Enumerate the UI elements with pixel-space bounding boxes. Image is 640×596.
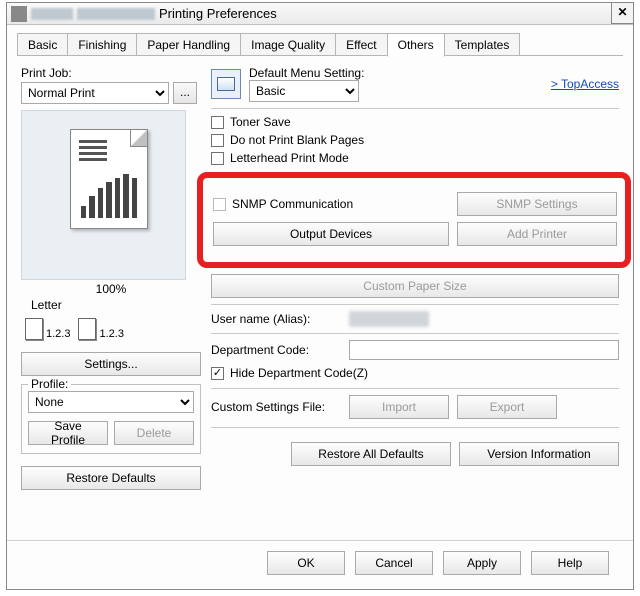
titlebar: Printing Preferences ✕ bbox=[7, 3, 633, 25]
page-preview bbox=[21, 110, 186, 280]
custom-settings-label: Custom Settings File: bbox=[211, 400, 341, 414]
blank-pages-checkbox[interactable]: Do not Print Blank Pages bbox=[211, 133, 619, 147]
delete-profile-button[interactable]: Delete bbox=[114, 421, 194, 445]
cancel-button[interactable]: Cancel bbox=[355, 551, 433, 575]
dept-code-input[interactable] bbox=[349, 340, 619, 360]
preview-zoom: 100% bbox=[21, 282, 201, 296]
tab-finishing[interactable]: Finishing bbox=[67, 33, 137, 56]
hide-dept-checkbox[interactable]: Hide Department Code(Z) bbox=[211, 366, 619, 380]
user-name-label: User name (Alias): bbox=[211, 312, 341, 326]
import-button[interactable]: Import bbox=[349, 395, 449, 419]
tab-effect[interactable]: Effect bbox=[335, 33, 387, 56]
mini-page-icon bbox=[78, 318, 96, 340]
custom-paper-size-button[interactable]: Custom Paper Size bbox=[211, 274, 619, 298]
export-button[interactable]: Export bbox=[457, 395, 557, 419]
settings-button[interactable]: Settings... bbox=[21, 352, 201, 376]
profile-legend: Profile: bbox=[28, 377, 71, 391]
snmp-settings-button[interactable]: SNMP Settings bbox=[457, 192, 617, 216]
copies-stack-2: 1.2.3 bbox=[78, 318, 123, 340]
dept-code-label: Department Code: bbox=[211, 343, 341, 357]
left-panel: Print Job: Normal Print ... bbox=[21, 66, 201, 526]
dialog-window: Printing Preferences ✕ Basic Finishing P… bbox=[6, 2, 634, 590]
profile-group: Profile: None Save Profile Delete bbox=[21, 384, 201, 454]
tab-paper-handling[interactable]: Paper Handling bbox=[136, 33, 241, 56]
tab-others[interactable]: Others bbox=[387, 33, 445, 57]
tab-image-quality[interactable]: Image Quality bbox=[240, 33, 336, 56]
title-blur-2 bbox=[77, 8, 155, 20]
printer-icon bbox=[11, 6, 27, 22]
tab-templates[interactable]: Templates bbox=[444, 33, 521, 56]
default-menu-label: Default Menu Setting: bbox=[249, 66, 364, 80]
print-job-select[interactable]: Normal Print bbox=[21, 82, 169, 104]
profile-select[interactable]: None bbox=[28, 391, 194, 413]
default-menu-select[interactable]: Basic bbox=[249, 80, 359, 102]
version-info-button[interactable]: Version Information bbox=[459, 442, 619, 466]
window-title: Printing Preferences bbox=[159, 6, 277, 21]
apply-button[interactable]: Apply bbox=[443, 551, 521, 575]
letterhead-checkbox[interactable]: Letterhead Print Mode bbox=[211, 151, 619, 165]
restore-defaults-button[interactable]: Restore Defaults bbox=[21, 466, 201, 490]
copies-stack-1: 1.2.3 bbox=[25, 318, 70, 340]
preview-paper: Letter bbox=[31, 298, 201, 312]
toner-save-checkbox[interactable]: Toner Save bbox=[211, 115, 619, 129]
close-button[interactable]: ✕ bbox=[611, 3, 633, 24]
preview-page-icon bbox=[70, 129, 148, 229]
highlight-box bbox=[197, 172, 631, 268]
restore-all-defaults-button[interactable]: Restore All Defaults bbox=[291, 442, 451, 466]
ok-button[interactable]: OK bbox=[267, 551, 345, 575]
title-blur-1 bbox=[31, 8, 73, 20]
print-job-more-button[interactable]: ... bbox=[173, 82, 197, 104]
right-panel: Default Menu Setting: Basic > TopAccess … bbox=[211, 66, 619, 526]
user-name-value-blurred bbox=[349, 311, 429, 327]
tab-basic[interactable]: Basic bbox=[17, 33, 68, 56]
output-devices-button[interactable]: Output Devices bbox=[213, 222, 449, 246]
tab-strip: Basic Finishing Paper Handling Image Qua… bbox=[7, 25, 633, 56]
add-printer-button[interactable]: Add Printer bbox=[457, 222, 617, 246]
dialog-footer: OK Cancel Apply Help bbox=[7, 540, 633, 589]
print-job-label: Print Job: bbox=[21, 66, 201, 80]
copies-row: 1.2.3 1.2.3 bbox=[25, 318, 197, 340]
save-profile-button[interactable]: Save Profile bbox=[28, 421, 108, 445]
default-menu-icon bbox=[211, 69, 241, 99]
snmp-communication-checkbox[interactable]: SNMP Communication bbox=[213, 197, 449, 211]
help-button[interactable]: Help bbox=[531, 551, 609, 575]
topaccess-link[interactable]: > TopAccess bbox=[551, 77, 619, 91]
mini-page-icon bbox=[25, 318, 43, 340]
